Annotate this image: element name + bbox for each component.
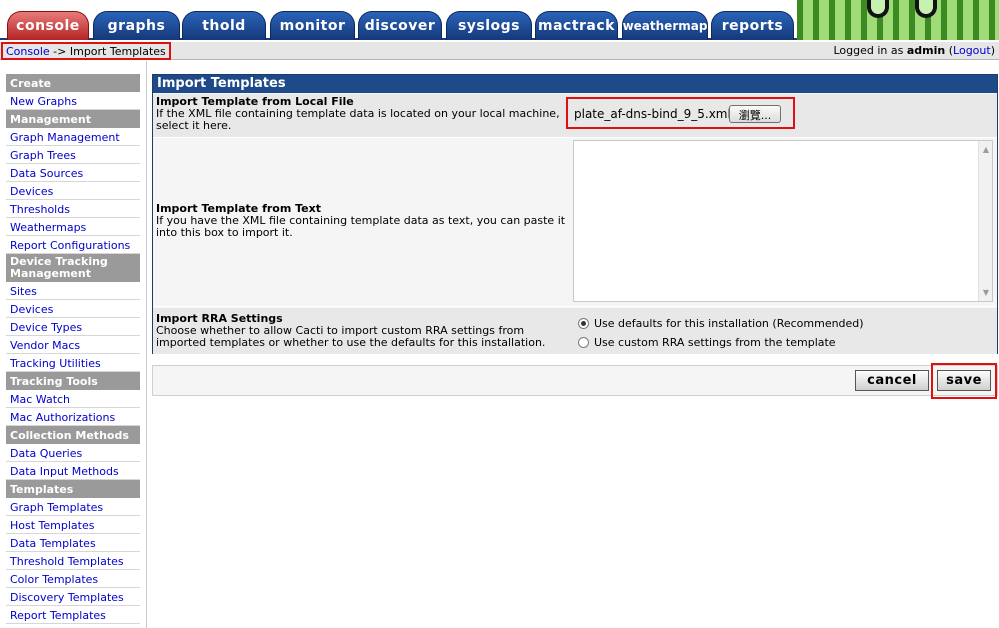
- login-prefix: Logged in as: [833, 44, 907, 57]
- sidebar-head-tracking-tools: Tracking Tools: [6, 372, 140, 390]
- breadcrumb-bar: Console -> Import Templates Logged in as…: [0, 42, 999, 60]
- sidebar-item-vendor-macs[interactable]: Vendor Macs: [6, 336, 140, 354]
- cancel-button[interactable]: cancel: [855, 370, 929, 391]
- browse-button[interactable]: 瀏覽...: [729, 105, 781, 123]
- sidebar-item-devices[interactable]: Devices: [6, 182, 140, 200]
- sidebar-item-mac-watch[interactable]: Mac Watch: [6, 390, 140, 408]
- textarea-scrollbar[interactable]: ▲ ▼: [978, 141, 992, 301]
- rra-option-custom[interactable]: Use custom RRA settings from the templat…: [578, 336, 836, 349]
- scroll-down-arrow-icon[interactable]: ▼: [983, 288, 989, 297]
- sidebar-item-threshold-templates[interactable]: Threshold Templates: [6, 552, 140, 570]
- sidebar-item-data-input-methods[interactable]: Data Input Methods: [6, 462, 140, 480]
- cactus-stripes: [797, 0, 999, 40]
- top-tab-bar: console graphs thold monitor discover sy…: [0, 0, 999, 40]
- text-description: Import Template from Text If you have th…: [156, 203, 568, 239]
- breadcrumb-console-link[interactable]: Console: [6, 45, 50, 58]
- radio-custom[interactable]: [578, 337, 589, 348]
- breadcrumb-separator: ->: [49, 45, 70, 58]
- action-bar: cancel save: [152, 363, 998, 399]
- tab-console[interactable]: console: [7, 11, 89, 40]
- save-button[interactable]: save: [937, 370, 991, 391]
- row-import-rra-settings: Import RRA Settings Choose whether to al…: [153, 308, 997, 354]
- panel-title: Import Templates: [153, 75, 997, 93]
- sidebar-item-discovery-templates[interactable]: Discovery Templates: [6, 588, 140, 606]
- sidebar-item-data-templates[interactable]: Data Templates: [6, 534, 140, 552]
- save-button-highlight: save: [931, 363, 997, 399]
- template-text-area[interactable]: ▲ ▼: [573, 140, 993, 302]
- tab-monitor[interactable]: monitor: [270, 11, 355, 40]
- breadcrumb: Console -> Import Templates: [1, 42, 171, 60]
- login-paren-close: ): [990, 44, 995, 57]
- rra-description: Import RRA Settings Choose whether to al…: [156, 313, 568, 349]
- file-name-display[interactable]: plate_af-dns-bind_9_5.xml: [574, 107, 731, 121]
- sidebar-item-tracking-utilities[interactable]: Tracking Utilities: [6, 354, 140, 372]
- file-upload-field[interactable]: plate_af-dns-bind_9_5.xml 瀏覽...: [566, 97, 795, 129]
- sidebar-head-collection-methods: Collection Methods: [6, 426, 140, 444]
- login-user: admin: [906, 44, 946, 57]
- sidebar-head-management: Management: [6, 110, 140, 128]
- sidebar-head-create: Create: [6, 74, 140, 92]
- sidebar-item-thresholds[interactable]: Thresholds: [6, 200, 140, 218]
- row-import-text: Import Template from Text If you have th…: [153, 139, 997, 307]
- rra-custom-label: Use custom RRA settings from the templat…: [594, 336, 836, 349]
- file-desc: If the XML file containing template data…: [156, 107, 560, 132]
- sidebar-item-new-graphs[interactable]: New Graphs: [6, 92, 140, 110]
- tab-syslogs[interactable]: syslogs: [446, 11, 532, 40]
- sidebar-item-host-templates[interactable]: Host Templates: [6, 516, 140, 534]
- cactus-logo-image: [797, 0, 999, 40]
- text-desc: If you have the XML file containing temp…: [156, 214, 566, 239]
- login-paren-open: (: [945, 44, 954, 57]
- rra-desc: Choose whether to allow Cacti to import …: [156, 324, 546, 349]
- sidebar-item-device-types[interactable]: Device Types: [6, 318, 140, 336]
- radio-default-selected[interactable]: [578, 318, 589, 329]
- import-templates-panel: Import Templates Import Template from Lo…: [152, 74, 998, 354]
- sidebar-item-sites[interactable]: Sites: [6, 282, 140, 300]
- sidebar-item-graph-management[interactable]: Graph Management: [6, 128, 140, 146]
- rra-option-default[interactable]: Use defaults for this installation (Reco…: [578, 317, 864, 330]
- sidebar-item-weathermaps[interactable]: Weathermaps: [6, 218, 140, 236]
- tab-mactrack[interactable]: mactrack: [535, 11, 618, 40]
- rra-default-label: Use defaults for this installation (Reco…: [594, 317, 864, 330]
- sidebar-item-graph-trees[interactable]: Graph Trees: [6, 146, 140, 164]
- sidebar-item-data-sources[interactable]: Data Sources: [6, 164, 140, 182]
- logout-link[interactable]: Logout: [953, 44, 991, 57]
- sidebar-item-report-templates[interactable]: Report Templates: [6, 606, 140, 624]
- sidebar-head-templates: Templates: [6, 480, 140, 498]
- scroll-up-arrow-icon[interactable]: ▲: [983, 145, 989, 154]
- sidebar: Create New Graphs Management Graph Manag…: [0, 61, 147, 628]
- sidebar-item-graph-templates[interactable]: Graph Templates: [6, 498, 140, 516]
- sidebar-head-device-tracking: Device Tracking Management: [6, 254, 140, 282]
- tab-reports[interactable]: reports: [711, 11, 794, 40]
- tab-thold[interactable]: thold: [182, 11, 266, 40]
- sidebar-item-color-templates[interactable]: Color Templates: [6, 570, 140, 588]
- sidebar-item-data-queries[interactable]: Data Queries: [6, 444, 140, 462]
- sidebar-item-tracking-devices[interactable]: Devices: [6, 300, 140, 318]
- tab-weathermap[interactable]: weathermap: [622, 11, 708, 40]
- row-import-local-file: Import Template from Local File If the X…: [153, 94, 997, 138]
- login-status: Logged in as admin (Logout): [833, 44, 995, 57]
- sidebar-item-mac-authorizations[interactable]: Mac Authorizations: [6, 408, 140, 426]
- sidebar-item-report-configurations[interactable]: Report Configurations: [6, 236, 140, 254]
- breadcrumb-current: Import Templates: [69, 45, 166, 58]
- file-description: Import Template from Local File If the X…: [156, 96, 568, 132]
- tab-discover[interactable]: discover: [358, 11, 442, 40]
- tab-graphs[interactable]: graphs: [93, 11, 180, 40]
